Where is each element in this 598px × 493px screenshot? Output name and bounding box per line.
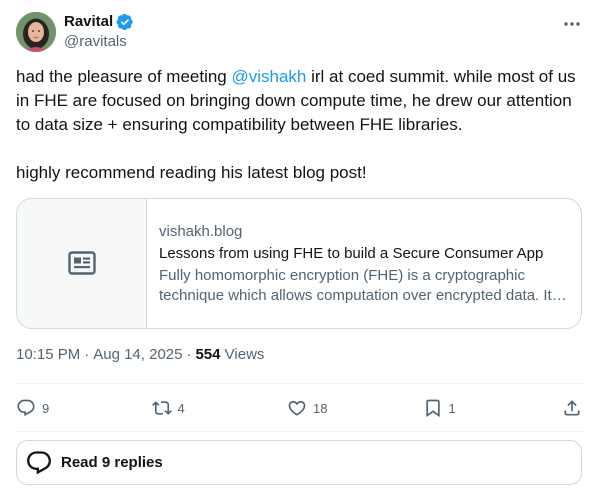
more-options-icon[interactable]	[562, 14, 582, 34]
avatar-portrait	[16, 12, 56, 52]
tweet-paragraph-2: highly recommend reading his latest blog…	[16, 163, 367, 182]
reply-button[interactable]: 9	[16, 398, 76, 418]
tweet-time[interactable]: 10:15 PM	[16, 346, 80, 363]
link-preview-card[interactable]: vishakh.blog Lessons from using FHE to b…	[16, 198, 582, 329]
author-display-name[interactable]: Ravital	[64, 12, 113, 32]
card-body: vishakh.blog Lessons from using FHE to b…	[147, 199, 581, 328]
like-count: 18	[313, 400, 328, 416]
share-icon	[564, 400, 580, 416]
article-icon	[67, 250, 96, 275]
heart-icon	[288, 400, 306, 416]
tweet-text-before-mention: had the pleasure of meeting	[16, 67, 232, 86]
tweet-paragraph-1: had the pleasure of meeting @vishakh irl…	[16, 65, 582, 137]
mention-link[interactable]: @vishakh	[231, 67, 306, 86]
read-replies-button[interactable]: Read 9 replies	[16, 440, 582, 485]
bookmark-icon	[425, 399, 440, 418]
repost-button[interactable]: 4	[151, 398, 212, 418]
speech-bubble-icon	[27, 450, 51, 474]
meta-separator: ·	[84, 346, 90, 363]
author-handle[interactable]: @ravitals	[64, 32, 134, 52]
action-bar: 9 4 18 1	[16, 396, 582, 420]
avatar[interactable]	[16, 12, 56, 52]
bookmark-button[interactable]: 1	[423, 398, 483, 418]
repost-count: 4	[177, 400, 185, 416]
tweet-text: had the pleasure of meeting @vishakh irl…	[16, 65, 582, 185]
reply-icon	[17, 399, 35, 417]
verified-badge-icon[interactable]	[116, 13, 134, 31]
like-button[interactable]: 18	[287, 398, 347, 418]
repost-icon	[151, 401, 172, 415]
tweet-header: Ravital @ravitals	[16, 12, 582, 52]
bookmark-count: 1	[448, 400, 456, 416]
card-thumbnail	[17, 199, 147, 328]
views-label: Views	[224, 346, 265, 363]
divider	[16, 383, 582, 384]
read-replies-label: Read 9 replies	[61, 454, 163, 471]
card-title: Lessons from using FHE to build a Secure…	[159, 244, 544, 262]
card-description: Fully homomorphic encryption (FHE) is a …	[159, 266, 567, 304]
meta-separator: ·	[186, 346, 192, 363]
tweet-date[interactable]: Aug 14, 2025	[93, 346, 182, 363]
tweet-meta: 10:15 PM · Aug 14, 2025 · 554 Views	[16, 345, 264, 365]
views-count: 554	[195, 346, 221, 363]
reply-count: 9	[42, 400, 50, 416]
card-domain: vishakh.blog	[159, 222, 243, 240]
author-info: Ravital @ravitals	[64, 12, 134, 52]
share-button[interactable]	[558, 398, 582, 418]
divider	[16, 431, 582, 432]
